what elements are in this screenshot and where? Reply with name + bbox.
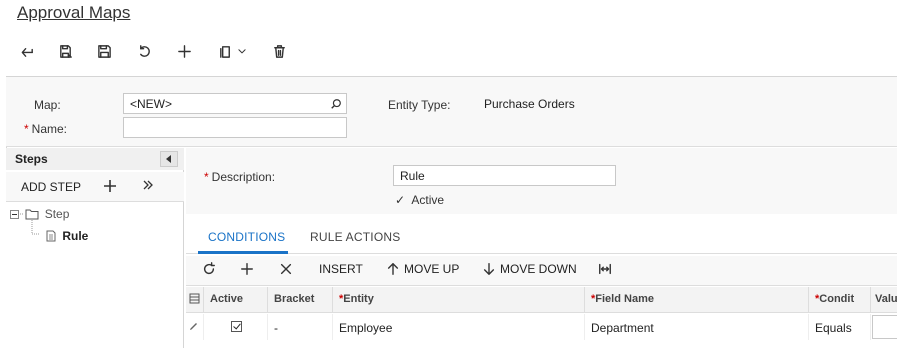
check-icon: ✓ [395,193,406,207]
search-icon[interactable] [330,98,342,110]
steps-title: Steps [15,152,48,166]
required-marker: * [204,170,209,184]
page-title: Approval Maps [17,3,131,22]
move-up-label: MOVE UP [404,262,460,276]
save-button[interactable] [91,38,117,64]
expand-all-icon[interactable] [142,179,154,191]
arrow-down-icon [483,263,495,275]
folder-icon [25,209,39,220]
grid-settings-icon [189,293,200,304]
entity-type-label: Entity Type: [388,98,451,112]
entity-type-value: Purchase Orders [484,97,575,111]
map-selector[interactable]: <NEW> [123,93,347,114]
active-tab-indicator [198,251,288,254]
insert-button[interactable]: INSERT [319,262,363,276]
back-button[interactable] [14,38,40,64]
back-icon [21,47,33,57]
col-value[interactable]: Valu [871,287,897,313]
tab-rule-actions[interactable]: RULE ACTIONS [310,230,400,244]
description-value: Rule [400,169,425,183]
delete-icon [273,44,285,58]
active-row-checkbox[interactable] [231,321,242,332]
save-close-button[interactable] [52,38,78,64]
add-icon [241,263,253,275]
name-field[interactable] [123,117,347,138]
refresh-icon [203,262,215,275]
col-active[interactable]: Active [204,287,268,313]
add-icon[interactable] [103,179,117,193]
caret-left-icon [166,155,171,163]
col-entity[interactable]: *Entity [333,287,585,313]
fit-columns-button[interactable] [598,262,612,276]
document-icon [46,230,56,242]
cell-bracket[interactable]: - [268,314,333,340]
active-checkbox[interactable]: ✓ Active [395,193,444,207]
pencil-icon [190,323,197,330]
col-condition[interactable]: *Condit [809,287,871,313]
move-down-label: MOVE DOWN [500,262,577,276]
table-row[interactable]: - Employee Department Equals [186,314,897,340]
col-field-name-label: Field Name [595,293,654,305]
collapse-panel-button[interactable] [160,151,178,167]
col-bracket-label: Bracket [274,293,315,305]
grid-toolbar: INSERT MOVE UP MOVE DOWN [186,256,897,286]
col-value-label: Valu [875,293,897,305]
grid-settings-cell[interactable] [186,287,204,313]
refresh-button[interactable] [202,262,216,276]
delete-button[interactable] [266,38,292,64]
active-label: Active [411,193,445,207]
steps-panel-header: Steps [6,148,184,170]
save-close-icon [59,44,72,58]
add-button[interactable] [171,38,197,64]
delete-row-button[interactable] [279,262,293,276]
cell-condition[interactable]: Equals [809,314,871,340]
grid-header: Active Bracket *Entity *Field Name *Cond… [186,287,897,313]
steps-toolbar: ADD STEP [6,172,184,202]
cell-active[interactable] [204,314,268,340]
add-row-button[interactable] [240,262,254,276]
tab-conditions[interactable]: CONDITIONS [208,230,285,244]
add-step-button[interactable]: ADD STEP [21,180,81,194]
description-label-text: Description: [211,170,276,184]
header-form: Map: <NEW> * Name: Entity Type: Purchase … [6,77,897,147]
cell-entity[interactable]: Employee [333,314,585,340]
required-marker: * [24,122,29,136]
cell-field-name[interactable]: Department [585,314,809,340]
move-up-button[interactable]: MOVE UP [386,262,459,276]
col-entity-label: Entity [343,293,374,305]
rule-detail-panel: * Description: Rule ✓ Active CONDITIONS R… [186,148,897,348]
steps-panel: Steps ADD STEP Step Rule [6,148,184,348]
tree-step-label: Step [44,207,70,221]
undo-button[interactable] [131,38,157,64]
tab-bar: CONDITIONS RULE ACTIONS [186,220,897,254]
copy-paste-icon [219,45,230,58]
move-down-button[interactable]: MOVE DOWN [482,262,577,276]
col-active-label: Active [210,293,244,305]
add-icon [177,44,191,58]
row-edit-cell[interactable] [186,314,204,340]
close-icon [280,263,292,275]
col-field-name[interactable]: *Field Name [585,287,809,313]
arrow-up-icon [387,263,399,275]
cell-value-input[interactable] [872,315,897,339]
tree-node-step[interactable]: Step [10,207,69,221]
map-value: <NEW> [130,97,173,111]
col-condition-label: Condit [819,293,855,305]
map-label: Map: [34,98,61,112]
tree-rule-label: Rule [62,229,89,243]
description-label: * Description: [204,170,275,184]
name-label-text: Name: [31,122,68,136]
chevron-down-icon [237,49,246,54]
tree-node-rule[interactable]: Rule [46,229,88,243]
save-icon [97,44,111,58]
collapse-node-icon[interactable] [10,210,19,219]
rule-description-form: * Description: Rule ✓ Active [186,148,897,214]
name-label: * Name: [24,122,67,136]
description-field[interactable]: Rule [393,165,616,186]
col-bracket[interactable]: Bracket [268,287,333,313]
copy-paste-button[interactable] [212,38,252,64]
undo-icon [139,44,150,57]
fit-width-icon [599,263,611,275]
